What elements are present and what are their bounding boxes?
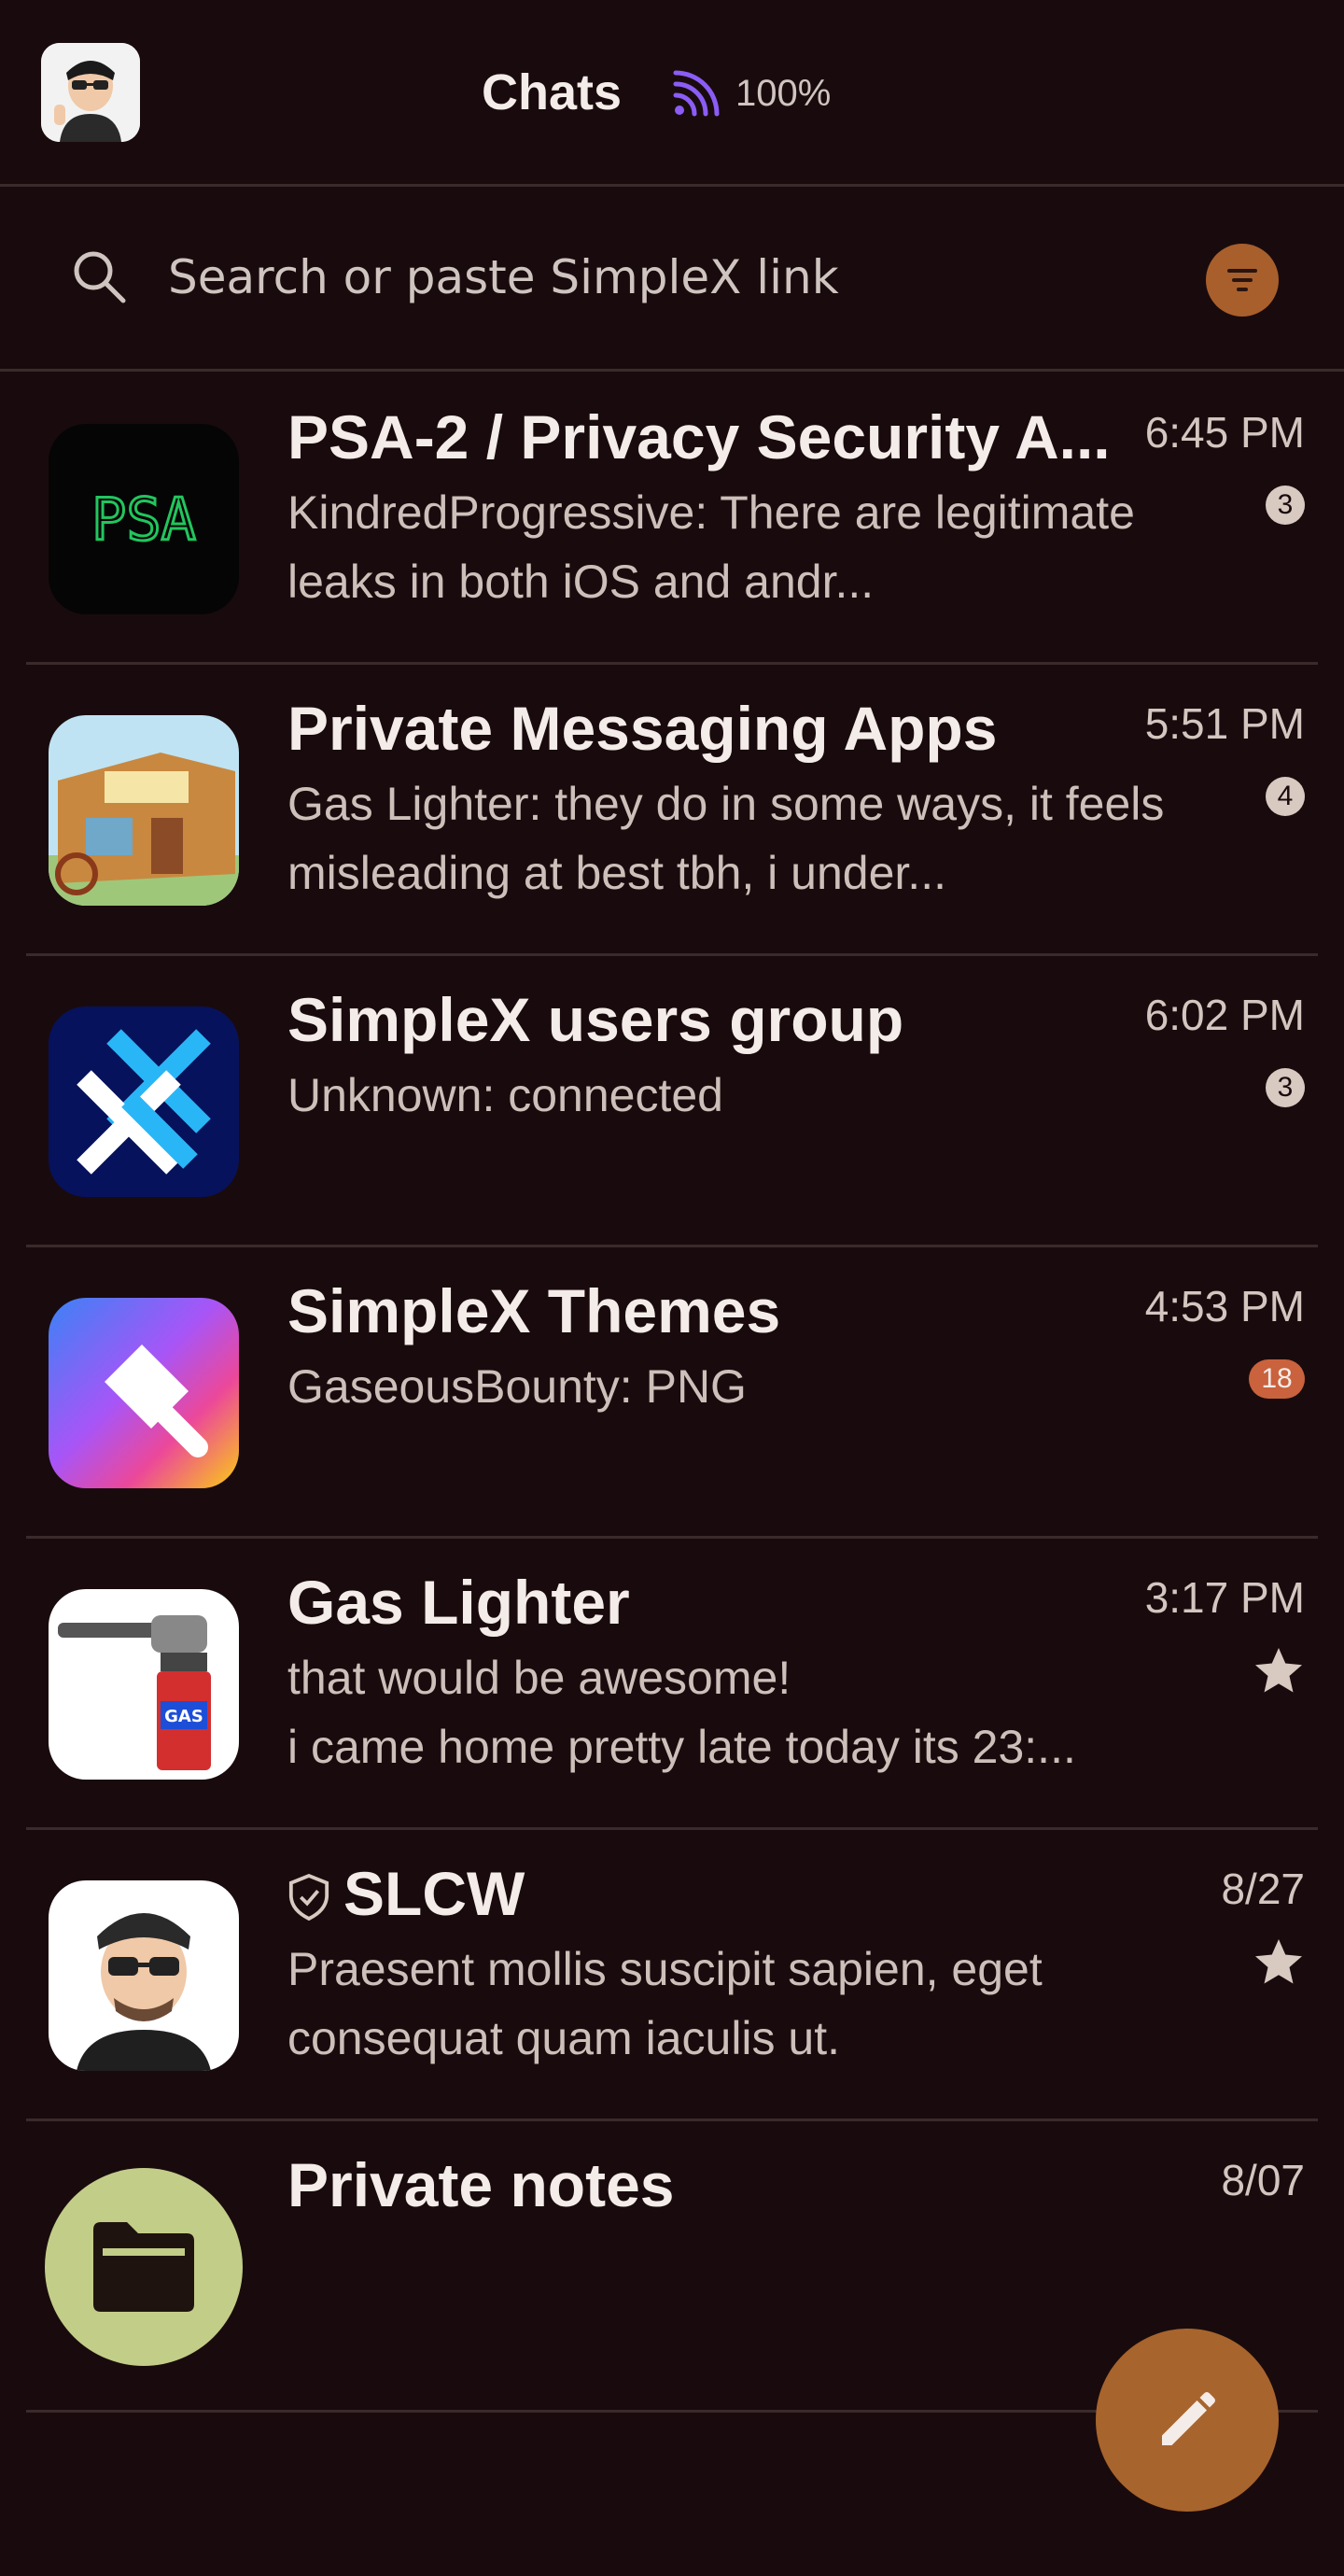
user-avatar[interactable]	[41, 43, 140, 142]
chat-name: SimpleX Themes	[287, 1276, 781, 1345]
chat-preview: Gas Lighter: they do in some ways, it fe…	[287, 769, 1183, 908]
chat-preview: GaseousBounty: PNG	[287, 1352, 1183, 1421]
chat-item-gas-lighter[interactable]: GAS Gas Lighter 3:17 PM that would be aw…	[0, 1539, 1344, 1830]
unread-badge: 3	[1266, 486, 1305, 525]
star-icon	[1255, 1648, 1302, 1693]
chat-name: SimpleX users group	[287, 985, 904, 1054]
chat-item-private-messaging-apps[interactable]: Private Messaging Apps 5:51 PM Gas Light…	[0, 665, 1344, 956]
avatar-cartoon-icon	[49, 1880, 239, 2071]
search-bar	[0, 187, 1344, 372]
chat-name: Private notes	[287, 2150, 675, 2219]
chat-message: Praesent mollis suscipit sapien, eget co…	[287, 1943, 1043, 2064]
svg-text:GAS: GAS	[164, 1707, 203, 1726]
app-header: Chats 100%	[0, 0, 1344, 187]
chat-time: 5:51 PM	[1144, 699, 1305, 748]
chat-sender: Gas Lighter:	[287, 778, 542, 830]
chat-preview: that would be awesome! i came home prett…	[287, 1643, 1183, 1781]
new-chat-button[interactable]	[1096, 2329, 1279, 2512]
chat-sender: Unknown:	[287, 1069, 496, 1121]
chat-item-simplex-users-group[interactable]: SimpleX users group 6:02 PM Unknown: con…	[0, 956, 1344, 1247]
chat-time: 8/27	[1221, 1865, 1305, 1913]
store-illustration-icon	[49, 715, 239, 906]
chat-item-simplex-themes[interactable]: SimpleX Themes 4:53 PM GaseousBounty: PN…	[0, 1247, 1344, 1539]
page-title: Chats	[482, 64, 623, 120]
chat-name: PSA-2 / Privacy Security A...	[287, 402, 1111, 472]
chat-preview: Unknown: connected	[287, 1061, 1183, 1130]
unread-badge: 3	[1266, 1068, 1305, 1107]
chat-sender: KindredProgressive:	[287, 486, 708, 539]
chat-name: SLCW	[287, 1858, 1127, 1929]
pencil-icon	[1162, 2392, 1215, 2445]
unread-badge: 18	[1249, 1359, 1305, 1399]
gas-torch-icon: GAS	[49, 1589, 239, 1780]
chat-time: 6:02 PM	[1144, 991, 1305, 1039]
unread-badge: 4	[1266, 777, 1305, 816]
chat-item-psa-2[interactable]: PSA PSA-2 / Privacy Security A... 6:45 P…	[0, 373, 1344, 665]
chat-time: 4:53 PM	[1144, 1282, 1305, 1330]
chat-message-line: that would be awesome!	[287, 1652, 791, 1704]
folder-icon	[45, 2168, 243, 2366]
chat-message: PNG	[645, 1360, 747, 1413]
chat-message: connected	[508, 1069, 723, 1121]
paintbrush-logo-icon	[49, 1298, 239, 1488]
svg-text:PSA: PSA	[91, 486, 196, 554]
simplex-logo-icon	[49, 1006, 239, 1197]
search-input[interactable]	[168, 245, 1139, 310]
chat-preview: KindredProgressive: There are legitimate…	[287, 478, 1183, 616]
search-icon	[74, 251, 126, 303]
chat-name: Private Messaging Apps	[287, 694, 998, 763]
chat-time: 3:17 PM	[1144, 1573, 1305, 1622]
verified-shield-icon	[288, 1874, 329, 1921]
network-signal-icon[interactable]	[670, 69, 721, 120]
chat-item-slcw[interactable]: SLCW 8/27 Praesent mollis suscipit sapie…	[0, 1830, 1344, 2121]
network-status-percent: 100%	[735, 73, 832, 114]
chat-message-line: i came home pretty late today its 23:...	[287, 1721, 1076, 1773]
chat-preview: Praesent mollis suscipit sapien, eget co…	[287, 1935, 1183, 2073]
chat-time: 6:45 PM	[1144, 408, 1305, 457]
chat-time: 8/07	[1221, 2156, 1305, 2204]
chat-sender: GaseousBounty:	[287, 1360, 633, 1413]
chat-name: Gas Lighter	[287, 1568, 630, 1637]
star-icon	[1255, 1939, 1302, 1984]
filter-icon	[1227, 269, 1257, 291]
filter-button[interactable]	[1206, 244, 1279, 317]
psa-logo-icon: PSA	[49, 424, 239, 614]
chat-name-text: SLCW	[343, 1859, 525, 1928]
